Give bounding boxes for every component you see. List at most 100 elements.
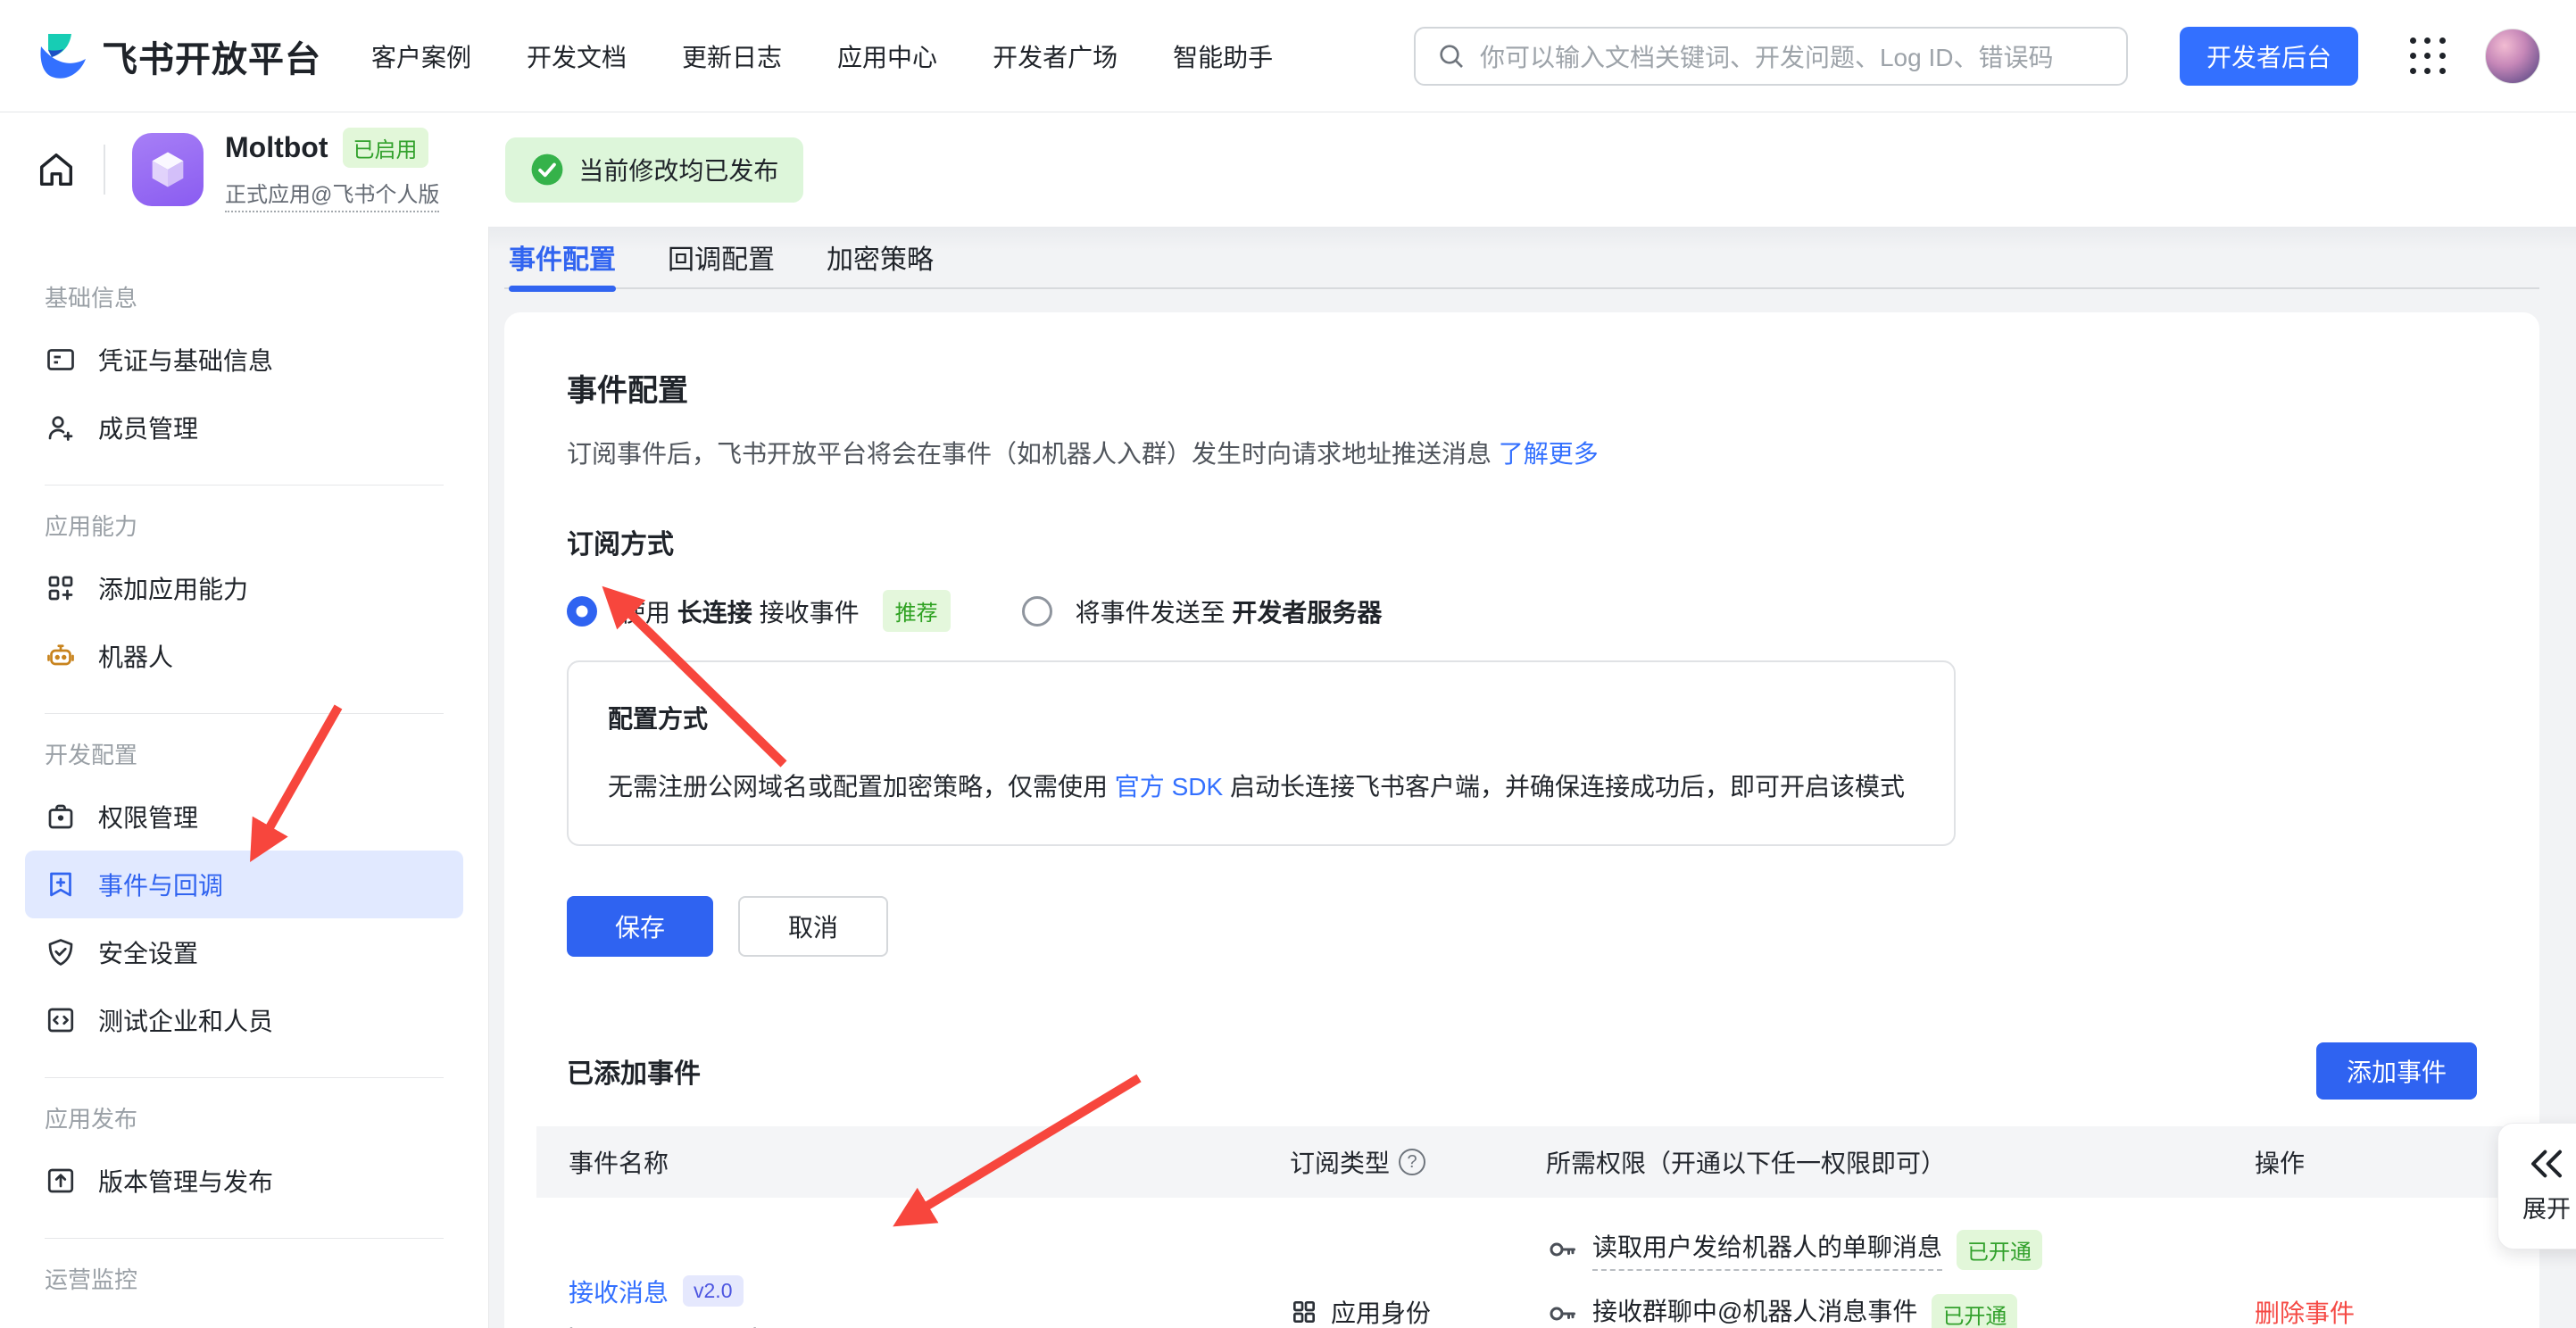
app-info: Moltbot 已启用 正式应用@飞书个人版 [225,128,439,212]
check-circle-icon [530,153,564,187]
grid-plus-icon [45,572,77,604]
event-name-link[interactable]: 接收消息 [569,1274,669,1309]
subscription-mode-heading: 订阅方式 [567,522,2477,561]
header-divider [104,145,105,195]
permission-text[interactable]: 接收群聊中@机器人消息事件 [1592,1292,1917,1328]
double-chevron-left-icon [2529,1149,2564,1179]
navbar-right: 你可以输入文档关键词、开发问题、Log ID、错误码 开发者后台 [1414,27,2540,86]
app-subtitle[interactable]: 正式应用@飞书个人版 [225,177,439,212]
nav-item-docs[interactable]: 开发文档 [527,38,627,74]
description-text: 订阅事件后，飞书开放平台将会在事件（如机器人入群）发生时向请求地址推送消息 [567,440,1492,468]
delete-event-link[interactable]: 删除事件 [2255,1299,2355,1327]
app-icon [132,133,204,206]
events-table: 事件名称 订阅类型 ? 所需权限（开通以下任一权限即可） 操作 接收消息 v2 [536,1126,2507,1328]
col-event-name: 事件名称 [536,1144,1290,1180]
sidebar-item-credentials[interactable]: 凭证与基础信息 [25,326,463,394]
option1-bold: 长连接 [677,599,752,627]
config-method-box: 配置方式 无需注册公网域名或配置加密策略，仅需使用 官方 SDK 启动长连接飞书… [567,660,1956,846]
sidebar: 基础信息 凭证与基础信息 成员管理 应用能力 添加应用能 [0,227,489,1328]
cancel-button[interactable]: 取消 [738,896,888,957]
sidebar-item-events-callbacks[interactable]: 事件与回调 [25,851,463,918]
radio-developer-server[interactable] [1022,596,1052,627]
publish-status-text: 当前修改均已发布 [578,152,778,187]
app-name: Moltbot [225,131,328,164]
sidebar-item-permissions[interactable]: 权限管理 [25,783,463,851]
permission-enabled-badge: 已开通 [1957,1230,2042,1270]
nav-item-dev-plaza[interactable]: 开发者广场 [993,38,1118,74]
top-nav-menu: 客户案例 开发文档 更新日志 应用中心 开发者广场 智能助手 [371,38,1273,74]
option2-label: 将事件发送至 开发者服务器 [1076,593,1383,629]
nav-item-ai-assistant[interactable]: 智能助手 [1173,38,1273,74]
developer-console-button[interactable]: 开发者后台 [2180,27,2358,86]
tab-bar: 事件配置 回调配置 加密策略 [504,227,2539,289]
official-sdk-link[interactable]: 官方 SDK [1115,773,1223,801]
user-avatar[interactable] [2485,29,2540,84]
id-card-icon [45,344,77,376]
event-name-cell: 接收消息 v2.0 im.message.receive_v1 [536,1274,1290,1328]
added-events-header: 已添加事件 添加事件 [567,1042,2477,1100]
expand-label: 展开 [2522,1190,2571,1224]
option1-post: 接收事件 [760,599,860,627]
sidebar-item-label: 事件与回调 [98,867,223,902]
sidebar-item-version-release[interactable]: 版本管理与发布 [25,1147,463,1215]
main-content: 事件配置 回调配置 加密策略 事件配置 订阅事件后，飞书开放平台将会在事件（如机… [489,227,2576,1328]
shield-check-icon [45,936,77,968]
feishu-logo[interactable]: 飞书开放平台 [36,30,321,82]
help-icon[interactable]: ? [1399,1149,1425,1175]
search-placeholder: 你可以输入文档关键词、开发问题、Log ID、错误码 [1480,38,2054,74]
sidebar-item-test-org[interactable]: 测试企业和人员 [25,986,463,1054]
permission-item: 接收群聊中@机器人消息事件 已开通 [1546,1292,2255,1328]
sidebar-section-monitoring: 运营监控 [45,1262,463,1295]
app-header-bar: Moltbot 已启用 正式应用@飞书个人版 当前修改均已发布 [0,112,2576,227]
feishu-logo-icon [36,32,87,80]
logo-text: 飞书开放平台 [102,30,321,82]
col-subscription-type-label: 订阅类型 [1290,1144,1390,1180]
event-flag-plus-icon [45,868,77,901]
nav-item-cases[interactable]: 客户案例 [371,38,471,74]
permission-text[interactable]: 读取用户发给机器人的单聊消息 [1592,1228,1942,1271]
radio-long-connection[interactable] [567,596,597,627]
sidebar-divider [45,485,444,486]
page-description: 订阅事件后，飞书开放平台将会在事件（如机器人入群）发生时向请求地址推送消息 了解… [567,435,2477,470]
home-icon[interactable] [36,149,77,190]
sidebar-item-label: 添加应用能力 [98,570,248,606]
search-input[interactable]: 你可以输入文档关键词、开发问题、Log ID、错误码 [1414,27,2128,86]
sidebar-item-label: 版本管理与发布 [98,1163,273,1199]
app-enabled-badge: 已启用 [343,128,428,168]
events-table-header: 事件名称 订阅类型 ? 所需权限（开通以下任一权限即可） 操作 [536,1126,2507,1198]
tab-encryption-strategy[interactable]: 加密策略 [827,227,934,288]
learn-more-link[interactable]: 了解更多 [1499,440,1599,468]
sidebar-item-add-capability[interactable]: 添加应用能力 [25,554,463,622]
body-wrap: 基础信息 凭证与基础信息 成员管理 应用能力 添加应用能 [0,227,2576,1328]
subscription-type-text: 应用身份 [1331,1294,1431,1328]
sidebar-item-security[interactable]: 安全设置 [25,918,463,986]
subscription-options: 使用 长连接 接收事件 推荐 将事件发送至 开发者服务器 [567,590,2477,632]
add-event-button[interactable]: 添加事件 [2316,1042,2477,1100]
sidebar-section-capabilities: 应用能力 [45,509,463,542]
search-icon [1437,42,1466,71]
expand-drawer-toggle[interactable]: 展开 [2497,1123,2576,1249]
cube-icon [145,146,191,193]
config-method-body: 无需注册公网域名或配置加密策略，仅需使用 官方 SDK 启动长连接飞书客户端，并… [608,768,1915,803]
app-grid-icon[interactable] [2408,37,2447,76]
nav-item-changelog[interactable]: 更新日志 [682,38,782,74]
nav-item-app-center[interactable]: 应用中心 [837,38,937,74]
app-identity-icon [1290,1298,1318,1326]
col-subscription-type: 订阅类型 ? [1290,1144,1546,1180]
publish-status-pill: 当前修改均已发布 [505,137,803,203]
sidebar-item-label: 凭证与基础信息 [98,342,273,378]
code-icon [45,1004,77,1036]
sidebar-item-members[interactable]: 成员管理 [25,394,463,461]
event-table-row: 接收消息 v2.0 im.message.receive_v1 [536,1198,2507,1328]
robot-icon [45,640,77,672]
recommended-badge: 推荐 [883,590,951,632]
sidebar-item-bot[interactable]: 机器人 [25,622,463,690]
col-actions: 操作 [2255,1144,2507,1180]
tab-callback-config[interactable]: 回调配置 [668,227,775,288]
save-button[interactable]: 保存 [567,896,713,957]
key-icon [1546,1233,1578,1266]
feishu-open-platform-page: 飞书开放平台 客户案例 开发文档 更新日志 应用中心 开发者广场 智能助手 你可… [0,0,2576,1328]
option2-pre: 将事件发送至 [1076,599,1226,627]
tab-event-config[interactable]: 事件配置 [509,227,616,288]
event-version-badge: v2.0 [683,1275,743,1307]
